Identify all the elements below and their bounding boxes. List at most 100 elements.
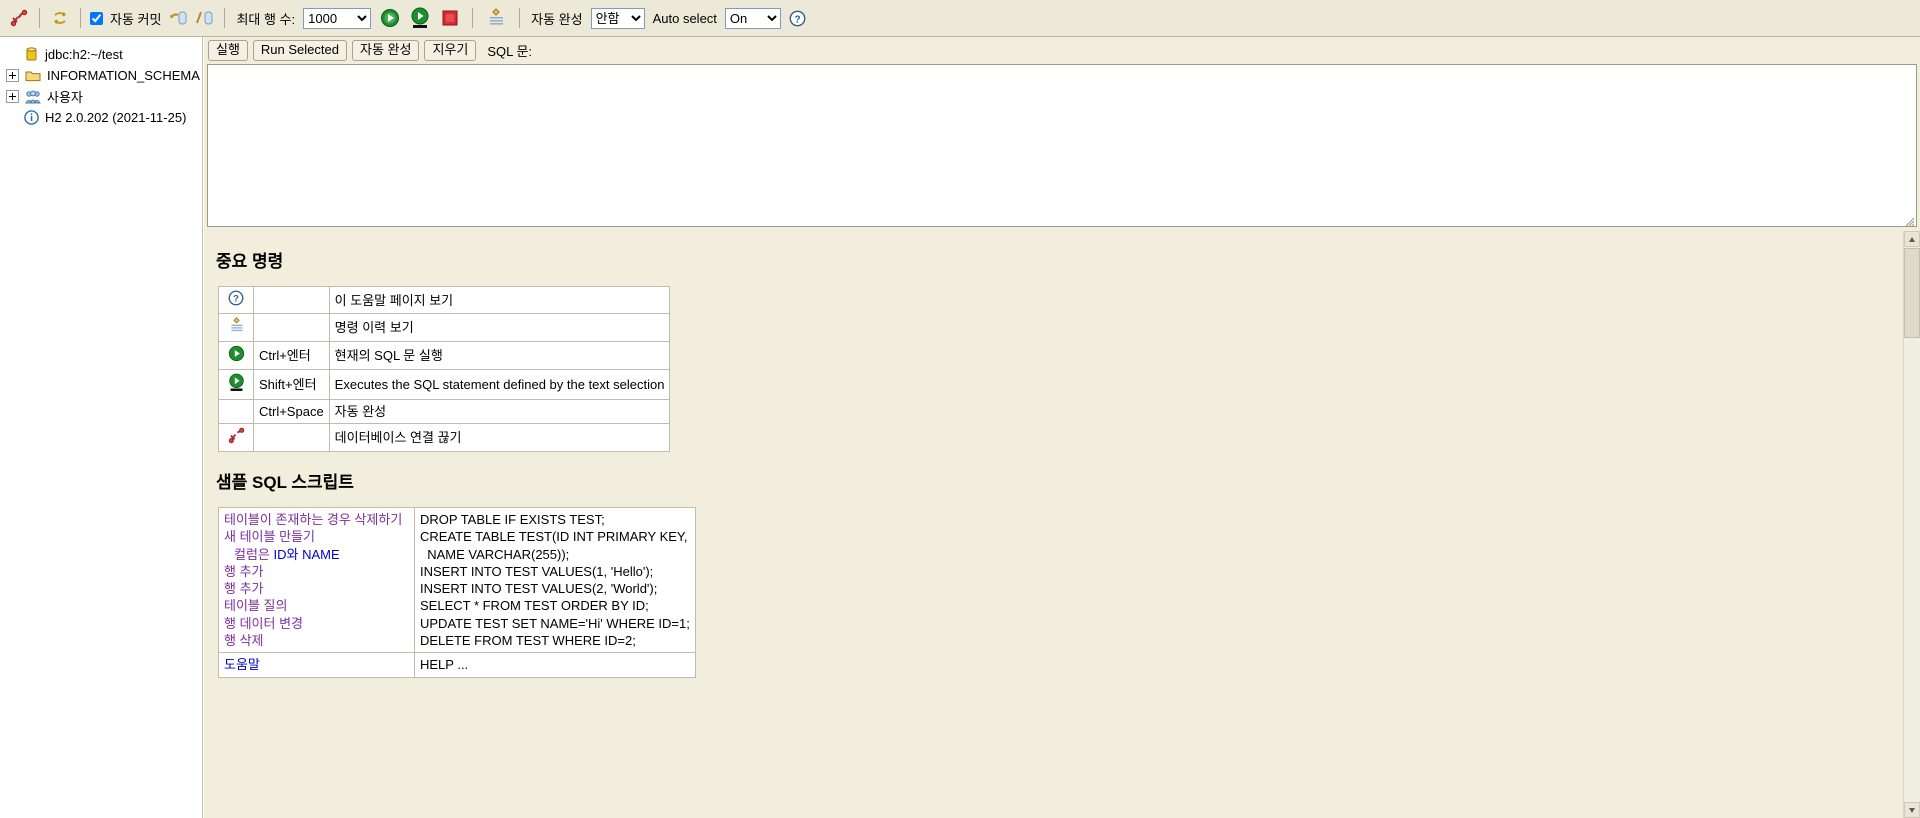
autocomplete-label: 자동 완성 (531, 11, 583, 27)
tree-expand-toggle[interactable] (6, 69, 19, 82)
run-selected-icon[interactable] (228, 373, 245, 395)
folder-icon (24, 68, 42, 84)
row-shortcut-cell (253, 313, 330, 342)
scroll-up-button[interactable] (1904, 231, 1920, 247)
toolbar-separator (39, 8, 40, 28)
users-icon (24, 89, 42, 105)
run-icon[interactable] (375, 6, 405, 30)
run-button[interactable]: 실행 (208, 40, 248, 61)
script-link[interactable]: 행 추가 (224, 580, 409, 597)
row-icon-cell (218, 399, 254, 424)
run-selected-button[interactable]: Run Selected (252, 40, 347, 61)
max-rows-label: 최대 행 수: (236, 11, 296, 27)
script-sql-cell: DROP TABLE IF EXISTS TEST; CREATE TABLE … (414, 506, 696, 654)
row-shortcut-cell: Ctrl+Space (253, 399, 330, 424)
row-icon-cell[interactable] (218, 313, 254, 342)
tree-item-label: 사용자 (47, 90, 83, 105)
tree-item-version-info[interactable]: H2 2.0.202 (2021-11-25) (6, 107, 202, 128)
clear-button[interactable]: 지우기 (424, 40, 477, 61)
stop-icon[interactable] (435, 6, 465, 30)
script-link[interactable]: 행 추가 (224, 563, 409, 580)
toolbar-separator (224, 8, 226, 28)
scrollbar-thumb[interactable] (1904, 248, 1920, 338)
rollback-icon[interactable] (191, 6, 217, 30)
main-panel: 실행 Run Selected 자동 완성 지우기 SQL 문: 중요 명령 ?… (204, 37, 1920, 818)
commit-icon[interactable] (165, 6, 191, 30)
sql-editor-textarea[interactable] (207, 64, 1917, 227)
disconnect-icon[interactable] (228, 427, 245, 447)
script-link[interactable]: 새 테이블 만들기 (224, 528, 409, 545)
disconnect-icon[interactable] (6, 6, 32, 30)
object-tree-sidebar: jdbc:h2:~/test INFORMATION_SCHEMA 사용자 H2… (0, 37, 203, 818)
toolbar-separator (472, 8, 474, 28)
table-row[interactable]: Ctrl+엔터 현재의 SQL 문 실행 (218, 341, 671, 370)
svg-text:?: ? (795, 14, 801, 25)
scripts-table-body: 테이블이 존재하는 경우 삭제하기 새 테이블 만들기 컬럼은 ID와 NAME… (218, 506, 696, 678)
script-link[interactable]: 테이블 질의 (224, 597, 409, 614)
scroll-down-button[interactable] (1904, 802, 1920, 818)
tree-item-connection[interactable]: jdbc:h2:~/test (6, 44, 202, 65)
toolbar: 자동 커밋 최대 행 수: 10001020 50100200 50010000 (0, 0, 1920, 37)
row-icon-cell[interactable] (218, 423, 254, 452)
table-row[interactable]: Ctrl+Space 자동 완성 (218, 399, 671, 424)
autocomplete-select[interactable]: 안함보통전체 (590, 7, 645, 29)
row-icon-cell[interactable] (218, 369, 254, 400)
row-shortcut-cell: Shift+엔터 (253, 369, 330, 400)
auto-select-select[interactable]: OnOff (724, 7, 781, 29)
auto-commit-checkbox[interactable] (90, 11, 103, 25)
vertical-scrollbar[interactable] (1903, 231, 1920, 818)
table-row: 테이블이 존재하는 경우 삭제하기 새 테이블 만들기 컬럼은 ID와 NAME… (218, 506, 696, 654)
tree-expand-toggle[interactable] (6, 90, 19, 103)
database-icon (22, 47, 40, 63)
help-sql-cell: HELP ... (414, 652, 696, 678)
row-description-cell: 데이터베이스 연결 끊기 (328, 423, 671, 452)
script-link-columns[interactable]: 컬럼은 ID와 NAME (224, 546, 409, 563)
table-row: 도움말 HELP ... (218, 652, 696, 678)
help-icon[interactable]: ? (785, 6, 811, 30)
sql-command-bar: 실행 Run Selected 자동 완성 지우기 SQL 문: (204, 37, 1920, 64)
script-link[interactable]: 행 데이터 변경 (224, 615, 409, 632)
sample-sql-scripts-table: 테이블이 존재하는 경우 삭제하기 새 테이블 만들기 컬럼은 ID와 NAME… (218, 506, 696, 678)
run-icon[interactable] (228, 345, 245, 365)
max-rows-select[interactable]: 10001020 50100200 50010000 (303, 7, 372, 29)
auto-commit-label[interactable]: 자동 커밋 (110, 9, 161, 28)
help-icon[interactable]: ? (228, 290, 244, 309)
run-selected-icon[interactable] (405, 6, 435, 30)
row-shortcut-cell (253, 286, 330, 314)
command-history-icon[interactable] (480, 6, 512, 30)
row-description-cell: 자동 완성 (328, 399, 671, 424)
row-description-cell: 이 도움말 페이지 보기 (328, 286, 671, 314)
script-link-accent: ID와 NAME (273, 546, 340, 562)
autocomplete-button[interactable]: 자동 완성 (351, 40, 420, 61)
toolbar-separator (519, 8, 521, 28)
script-link[interactable]: 테이블이 존재하는 경우 삭제하기 (224, 511, 409, 528)
important-commands-table: ? 이 도움말 페이지 보기 명령 이력 보기 Ctrl+엔터 현재의 SQL … (218, 286, 671, 452)
script-link[interactable]: 행 삭제 (224, 632, 409, 649)
tree-item-users[interactable]: 사용자 (6, 86, 202, 107)
help-link-cell[interactable]: 도움말 (218, 652, 415, 678)
row-shortcut-cell (253, 423, 330, 452)
table-row[interactable]: ? 이 도움말 페이지 보기 (218, 286, 671, 314)
script-link-help[interactable]: 도움말 (224, 656, 409, 673)
tree-item-label: H2 2.0.202 (2021-11-25) (45, 110, 187, 125)
commands-section-title: 중요 명령 (216, 252, 284, 271)
info-icon (22, 110, 40, 126)
script-link-prefix: 컬럼은 (234, 546, 274, 562)
tree-item-label: INFORMATION_SCHEMA (47, 68, 200, 83)
row-description-cell: 명령 이력 보기 (328, 313, 671, 342)
svg-text:?: ? (233, 293, 239, 304)
row-description-cell: 현재의 SQL 문 실행 (328, 341, 671, 370)
row-description-cell: Executes the SQL statement defined by th… (328, 369, 671, 400)
command-history-icon[interactable] (228, 317, 245, 337)
table-row[interactable]: 명령 이력 보기 (218, 313, 671, 342)
refresh-icon[interactable] (47, 6, 73, 30)
chevron-up-icon (1909, 237, 1915, 242)
row-icon-cell[interactable] (218, 341, 254, 370)
table-row[interactable]: 데이터베이스 연결 끊기 (218, 423, 671, 452)
table-row[interactable]: Shift+엔터 Executes the SQL statement defi… (218, 369, 671, 400)
sql-statement-label: SQL 문: (487, 44, 533, 59)
scripts-section-title: 샘플 SQL 스크립트 (216, 473, 354, 492)
row-icon-cell[interactable]: ? (218, 286, 254, 314)
tree-item-information-schema[interactable]: INFORMATION_SCHEMA (6, 65, 202, 86)
tree-item-label: jdbc:h2:~/test (45, 47, 123, 62)
